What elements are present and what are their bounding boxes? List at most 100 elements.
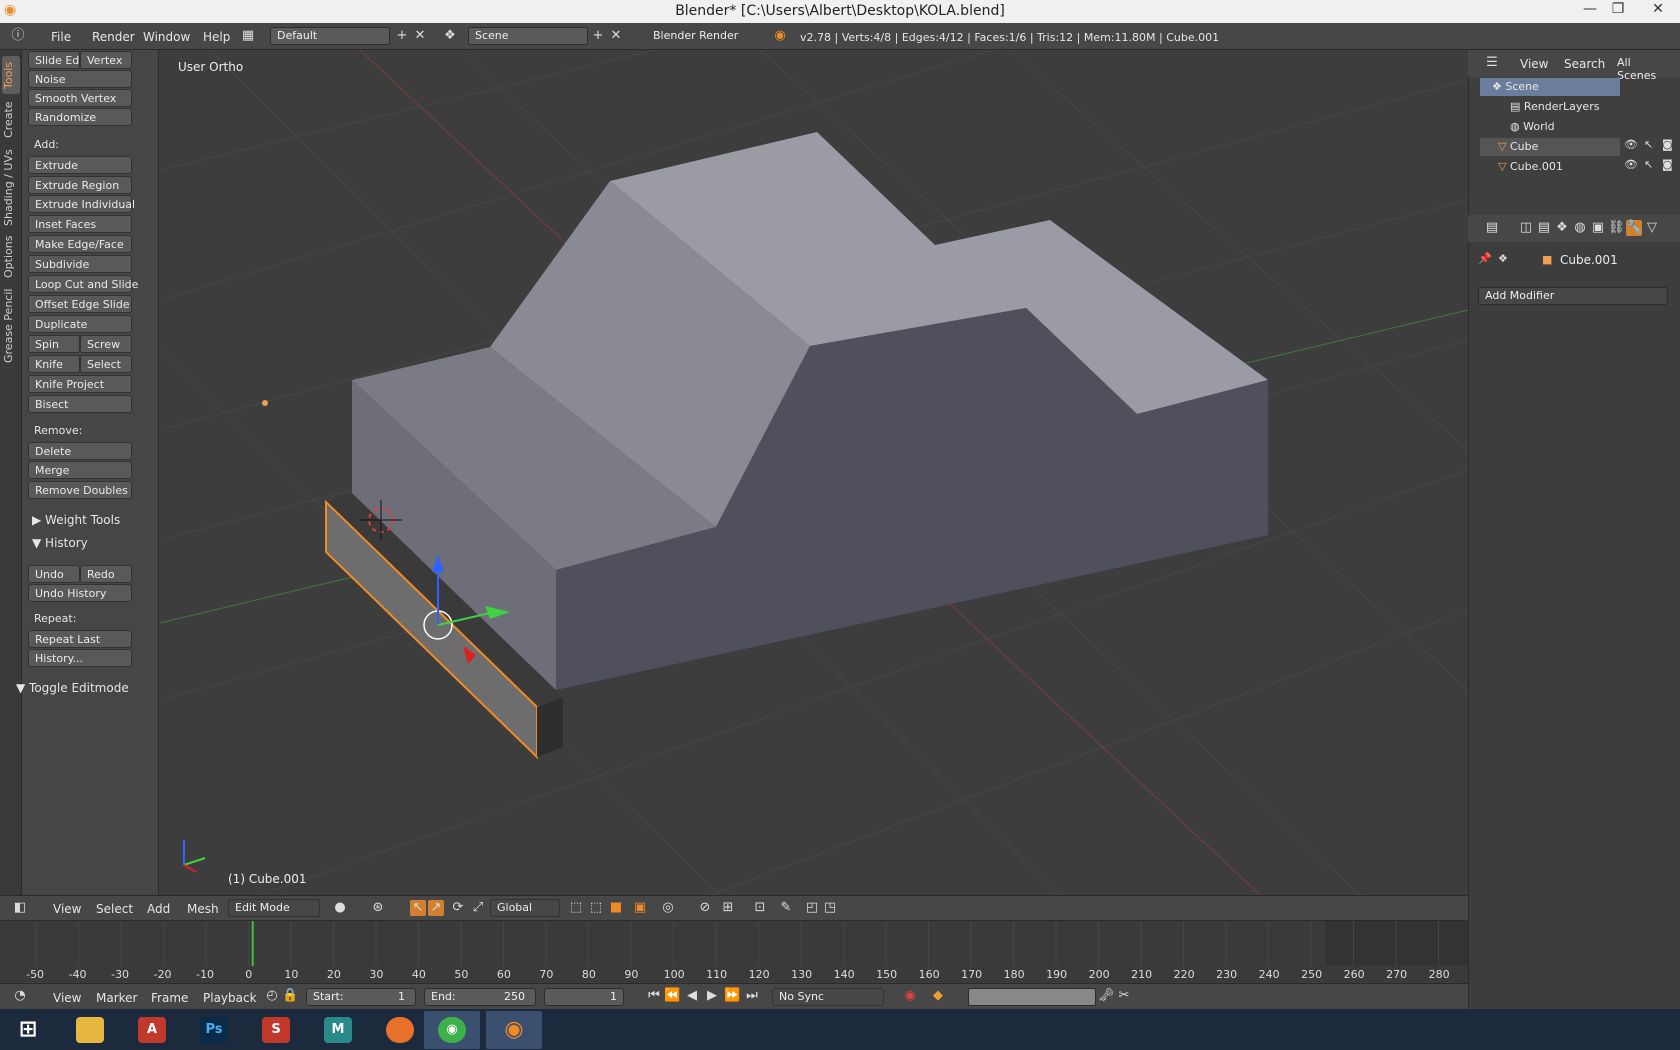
undo-button[interactable]: Undo xyxy=(28,565,80,583)
visibility-eye-icon[interactable]: 👁 xyxy=(1624,138,1638,151)
rotate-manipulator-icon[interactable]: ⟳ xyxy=(450,900,466,916)
info-editor-icon[interactable]: ⓘ xyxy=(10,28,26,44)
render-tab-icon[interactable]: ◫ xyxy=(1518,220,1534,236)
limit-selection-icon[interactable]: ▣ xyxy=(632,900,648,916)
knife-button[interactable]: Knife xyxy=(28,355,80,373)
sync-select[interactable]: No Sync xyxy=(772,988,884,1006)
constraints-tab-icon[interactable]: ⛓ xyxy=(1608,220,1625,236)
minimize-icon[interactable]: — xyxy=(1575,1,1605,17)
jump-start-icon[interactable]: ⏮ xyxy=(646,988,662,1004)
knife-project-button[interactable]: Knife Project xyxy=(28,375,132,393)
scale-manipulator-icon[interactable]: ⤢ xyxy=(470,900,486,916)
outliner-display-select[interactable]: All Scenes xyxy=(1610,54,1678,82)
select-arrow-icon[interactable]: ↖ xyxy=(1644,158,1653,171)
cube-mesh[interactable] xyxy=(352,132,1268,690)
noise-button[interactable]: Noise xyxy=(28,70,132,88)
properties-editor-icon[interactable]: ▤ xyxy=(1484,220,1500,236)
extrude-region-button[interactable]: Extrude Region xyxy=(28,176,132,194)
scene-icon[interactable]: ❖ xyxy=(442,28,458,44)
duplicate-button[interactable]: Duplicate xyxy=(28,315,132,333)
menu-add[interactable]: Add xyxy=(147,902,170,916)
render-camera-icon[interactable]: ◙ xyxy=(1662,138,1673,151)
timeline[interactable]: -50 -40 -30 -20 -10 0 10 20 30 40 50 60 70 80 90 100 110… xyxy=(0,920,1468,982)
delete-button[interactable]: Delete xyxy=(28,442,132,460)
taskbar-firefox[interactable] xyxy=(372,1011,428,1049)
edge-select-icon[interactable]: ⬚ xyxy=(588,900,604,916)
add-modifier-button[interactable]: Add Modifier xyxy=(1478,287,1668,305)
outliner-item-world[interactable]: ◍ World xyxy=(1480,118,1620,136)
menu-view[interactable]: View xyxy=(53,902,81,916)
end-frame-field[interactable]: End: 250 xyxy=(424,988,536,1006)
editor-type-icon[interactable]: ◧ xyxy=(12,900,28,916)
opengl-render-icon[interactable]: ◰ xyxy=(804,900,820,916)
manipulator-icon[interactable]: ↗ xyxy=(428,900,444,916)
extrude-button[interactable]: Extrude xyxy=(28,156,132,174)
next-keyframe-icon[interactable]: ⏩ xyxy=(724,988,740,1004)
preview-range-icon[interactable]: ◴ xyxy=(264,988,280,1004)
slide-edge-button[interactable]: Slide Ed xyxy=(28,51,80,69)
tab-grease-pencil[interactable]: Grease Pencil xyxy=(2,286,20,366)
world-tab-icon[interactable]: ◍ xyxy=(1572,220,1588,236)
insert-keyframe-icon[interactable]: 🗝 xyxy=(1098,988,1115,1004)
tab-options[interactable]: Options xyxy=(2,234,20,280)
merge-button[interactable]: Merge xyxy=(28,461,132,479)
align-rotation-icon[interactable]: ✎ xyxy=(778,900,794,916)
taskbar-blender[interactable]: ◉ xyxy=(486,1011,542,1049)
proportional-edit-icon[interactable]: ◎ xyxy=(660,900,676,916)
make-edge-face-button[interactable]: Make Edge/Face xyxy=(28,235,132,253)
loop-cut-button[interactable]: Loop Cut and Slide xyxy=(28,275,138,293)
scene-tab-icon[interactable]: ❖ xyxy=(1554,220,1570,236)
object-tab-icon[interactable]: ▣ xyxy=(1590,220,1606,236)
play-icon[interactable]: ▶ xyxy=(704,988,720,1004)
remove-layout-icon[interactable]: ✕ xyxy=(412,28,428,44)
lock-icon[interactable]: 🔒 xyxy=(282,988,298,1004)
play-reverse-icon[interactable]: ◀ xyxy=(684,988,700,1004)
layout-field[interactable]: Default xyxy=(270,27,390,45)
3d-viewport[interactable] xyxy=(160,50,1468,895)
outliner-menu-search[interactable]: Search xyxy=(1564,57,1605,71)
shading-solid-icon[interactable]: ● xyxy=(332,900,348,916)
menu-select[interactable]: Select xyxy=(96,902,133,916)
light-object[interactable] xyxy=(262,400,268,406)
timeline-menu-marker[interactable]: Marker xyxy=(96,991,137,1005)
redo-button[interactable]: Redo xyxy=(80,565,132,583)
close-icon[interactable]: ✕ xyxy=(1643,1,1673,17)
jump-end-icon[interactable]: ⏭ xyxy=(744,988,760,1004)
remove-doubles-button[interactable]: Remove Doubles xyxy=(28,481,132,499)
tab-create[interactable]: Create xyxy=(2,100,20,140)
menu-file[interactable]: File xyxy=(51,30,71,44)
toggle-editmode-panel-header[interactable]: ▼ Toggle Editmode xyxy=(12,678,140,698)
menu-help[interactable]: Help xyxy=(203,30,230,44)
tab-shading-uvs[interactable]: Shading / UVs xyxy=(2,148,20,228)
spin-button[interactable]: Spin xyxy=(28,335,80,353)
smooth-vertex-button[interactable]: Smooth Vertex xyxy=(28,89,132,107)
offset-edge-slide-button[interactable]: Offset Edge Slide xyxy=(28,295,132,313)
outliner-item-cube-001[interactable]: ▽ Cube.001 xyxy=(1480,158,1620,176)
undo-history-button[interactable]: Undo History xyxy=(28,584,132,602)
menu-render[interactable]: Render xyxy=(92,30,135,44)
inset-faces-button[interactable]: Inset Faces xyxy=(28,215,132,233)
timeline-editor-icon[interactable]: ◔ xyxy=(12,988,28,1004)
keying-set-field[interactable] xyxy=(968,988,1096,1006)
history-panel-header[interactable]: ▼ History xyxy=(28,533,156,553)
orientation-select[interactable]: Global xyxy=(490,899,560,917)
select-arrow-icon[interactable]: ↖ xyxy=(1644,138,1653,151)
snap-target-icon[interactable]: ⊡ xyxy=(752,900,768,916)
history-button[interactable]: History... xyxy=(28,649,132,667)
knife-select-button[interactable]: Select xyxy=(80,355,132,373)
current-frame-field[interactable]: 1 xyxy=(544,988,624,1006)
taskbar-acrobat[interactable]: A xyxy=(124,1011,180,1049)
render-layers-tab-icon[interactable]: ▤ xyxy=(1536,220,1552,236)
repeat-last-button[interactable]: Repeat Last xyxy=(28,630,132,648)
vertex-select-icon[interactable]: ⬚ xyxy=(568,900,584,916)
opengl-anim-icon[interactable]: ◳ xyxy=(822,900,838,916)
face-select-icon[interactable]: ■ xyxy=(608,900,624,916)
maximize-icon[interactable]: ❐ xyxy=(1603,1,1633,17)
tab-tools[interactable]: Tools xyxy=(2,56,20,94)
modifiers-tab-icon[interactable]: 🔧 xyxy=(1626,220,1642,236)
outliner-menu-view[interactable]: View xyxy=(1520,57,1548,71)
slide-vertex-button[interactable]: Vertex xyxy=(80,51,132,69)
timeline-menu-frame[interactable]: Frame xyxy=(151,991,188,1005)
scene-field[interactable]: Scene xyxy=(468,27,588,45)
translate-manipulator-icon[interactable]: ↖ xyxy=(410,900,426,916)
